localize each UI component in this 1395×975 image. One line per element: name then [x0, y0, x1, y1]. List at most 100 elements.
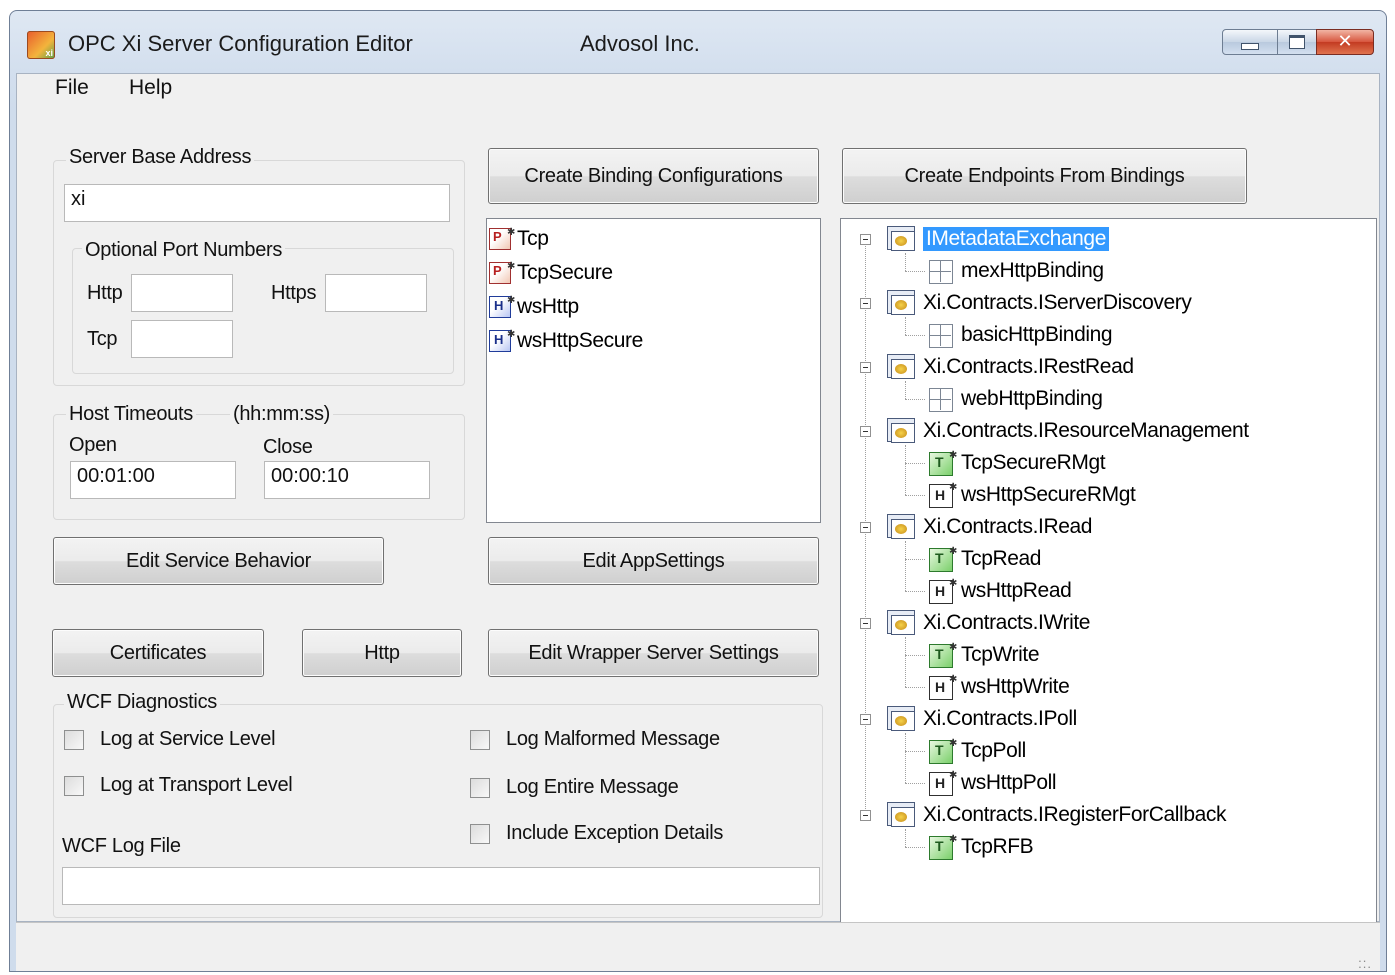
http-port-input[interactable]	[131, 274, 233, 312]
include-exception-details-checkbox[interactable]	[470, 824, 490, 844]
tree-node-label: TcpRFB	[961, 835, 1034, 858]
tree-branch-line	[905, 463, 925, 464]
tree-node-contract[interactable]: Xi.Contracts.IServerDiscovery	[887, 288, 1192, 318]
tree-node-label: wsHttpPoll	[961, 771, 1057, 794]
tree-node-contract[interactable]: Xi.Contracts.IWrite	[887, 608, 1090, 638]
tree-branch-line	[905, 733, 906, 783]
tree-node-binding[interactable]: ✱TcpRead	[925, 544, 1041, 574]
tree-node-label: webHttpBinding	[961, 387, 1103, 410]
tree-node-binding[interactable]: ✱TcpSecureRMgt	[925, 448, 1106, 478]
list-item[interactable]: ✱wsHttpSecure	[489, 326, 643, 356]
interface-icon	[887, 354, 917, 380]
tree-node-binding[interactable]: ✱wsHttpWrite	[925, 672, 1070, 702]
timeout-format-label: (hh:mm:ss)	[230, 403, 334, 426]
menu-help[interactable]: Help	[129, 76, 172, 100]
title-bar[interactable]: xi OPC Xi Server Configuration Editor Ad…	[10, 11, 1386, 73]
tcp-binding-icon: ✱	[489, 261, 515, 284]
collapse-toggle[interactable]	[860, 714, 871, 725]
interface-icon	[887, 802, 917, 828]
tree-node-binding[interactable]: mexHttpBinding	[925, 256, 1104, 286]
collapse-toggle[interactable]	[860, 810, 871, 821]
create-endpoints-button[interactable]: Create Endpoints From Bindings	[842, 148, 1247, 204]
log-entire-message-checkbox[interactable]	[470, 778, 490, 798]
list-item[interactable]: ✱wsHttp	[489, 292, 579, 322]
tree-branch-line	[905, 253, 906, 271]
log-malformed-message-checkbox[interactable]	[470, 730, 490, 750]
app-icon-text: xi	[45, 48, 53, 58]
close-button[interactable]: ✕	[1316, 29, 1374, 55]
window-title: OPC Xi Server Configuration Editor	[68, 31, 413, 56]
create-binding-configurations-button[interactable]: Create Binding Configurations	[488, 148, 819, 204]
http-button[interactable]: Http	[302, 629, 462, 677]
resize-grip-icon[interactable]: .....	[1358, 951, 1372, 970]
tree-node-label: Xi.Contracts.IResourceManagement	[923, 419, 1249, 442]
certificates-button[interactable]: Certificates	[52, 629, 264, 677]
tree-branch-line	[905, 335, 925, 336]
collapse-toggle[interactable]	[860, 298, 871, 309]
tree-node-binding[interactable]: ✱TcpPoll	[925, 736, 1026, 766]
bindings-list[interactable]: ✱Tcp ✱TcpSecure ✱wsHttp ✱wsHttpSecure	[486, 218, 821, 523]
tcp-endpoint-icon: ✱	[925, 834, 957, 860]
tree-node-contract[interactable]: Xi.Contracts.IPoll	[887, 704, 1077, 734]
tcp-port-input[interactable]	[131, 320, 233, 358]
close-timeout-input[interactable]: 00:00:10	[264, 461, 430, 499]
interface-icon	[887, 610, 917, 636]
tree-node-contract[interactable]: Xi.Contracts.IResourceManagement	[887, 416, 1249, 446]
list-item-label: TcpSecure	[517, 261, 613, 284]
tree-branch-line	[905, 829, 906, 847]
https-port-input[interactable]	[325, 274, 427, 312]
edit-wrapper-server-settings-button[interactable]: Edit Wrapper Server Settings	[488, 629, 819, 677]
tree-branch-line	[905, 591, 925, 592]
maximize-button[interactable]	[1277, 29, 1317, 55]
log-transport-level-label: Log at Transport Level	[100, 774, 293, 796]
tree-branch-line	[905, 783, 925, 784]
interface-icon	[887, 226, 917, 252]
collapse-toggle[interactable]	[860, 522, 871, 533]
tree-node-contract[interactable]: IMetadataExchange	[887, 224, 1109, 254]
tree-node-label: TcpWrite	[961, 643, 1040, 666]
collapse-toggle[interactable]	[860, 362, 871, 373]
tree-node-label: Xi.Contracts.IRegisterForCallback	[923, 803, 1227, 826]
endpoints-tree[interactable]: IMetadataExchange mexHttpBinding Xi.Cont…	[840, 218, 1377, 934]
open-timeout-input[interactable]: 00:01:00	[70, 461, 236, 499]
tree-node-binding[interactable]: ✱wsHttpPoll	[925, 768, 1057, 798]
status-bar: .....	[16, 922, 1380, 971]
tree-node-binding[interactable]: webHttpBinding	[925, 384, 1103, 414]
tree-node-binding[interactable]: ✱TcpWrite	[925, 640, 1039, 670]
server-base-address-input[interactable]: xi	[64, 184, 450, 222]
log-transport-level-checkbox[interactable]	[64, 776, 84, 796]
tree-node-binding[interactable]: basicHttpBinding	[925, 320, 1113, 350]
collapse-toggle[interactable]	[860, 618, 871, 629]
tree-node-contract[interactable]: Xi.Contracts.IRestRead	[887, 352, 1134, 382]
wcf-log-file-input[interactable]	[62, 867, 820, 905]
tree-branch-line	[905, 495, 925, 496]
server-base-address-label: Server Base Address	[66, 146, 255, 169]
tree-node-label: Xi.Contracts.IServerDiscovery	[923, 291, 1192, 314]
list-item[interactable]: ✱Tcp	[489, 224, 549, 254]
http-port-label: Http	[87, 282, 123, 304]
app-icon[interactable]: xi	[27, 31, 55, 59]
tree-branch-line	[905, 445, 906, 495]
tcp-endpoint-icon: ✱	[925, 738, 957, 764]
tree-node-label: wsHttpSecureRMgt	[961, 483, 1136, 506]
menu-file[interactable]: File	[55, 76, 89, 100]
tree-node-binding[interactable]: ✱wsHttpRead	[925, 576, 1072, 606]
tree-node-binding[interactable]: ✱TcpRFB	[925, 832, 1034, 862]
tree-branch-line	[905, 655, 925, 656]
edit-service-behavior-button[interactable]: Edit Service Behavior	[53, 537, 384, 585]
tree-node-contract[interactable]: Xi.Contracts.IRegisterForCallback	[887, 800, 1226, 830]
collapse-toggle[interactable]	[860, 426, 871, 437]
tree-branch-line	[905, 541, 906, 591]
host-timeouts-label: Host Timeouts	[66, 403, 196, 426]
list-item[interactable]: ✱TcpSecure	[489, 258, 613, 288]
http-binding-icon: ✱	[489, 295, 515, 318]
tree-branch-line	[905, 751, 925, 752]
edit-appsettings-button[interactable]: Edit AppSettings	[488, 537, 819, 585]
tree-node-binding[interactable]: ✱wsHttpSecureRMgt	[925, 480, 1136, 510]
tree-node-contract[interactable]: Xi.Contracts.IRead	[887, 512, 1092, 542]
tcp-port-label: Tcp	[87, 328, 118, 350]
tree-branch-line	[905, 399, 925, 400]
collapse-toggle[interactable]	[860, 234, 871, 245]
log-service-level-checkbox[interactable]	[64, 730, 84, 750]
minimize-button[interactable]	[1222, 29, 1278, 55]
